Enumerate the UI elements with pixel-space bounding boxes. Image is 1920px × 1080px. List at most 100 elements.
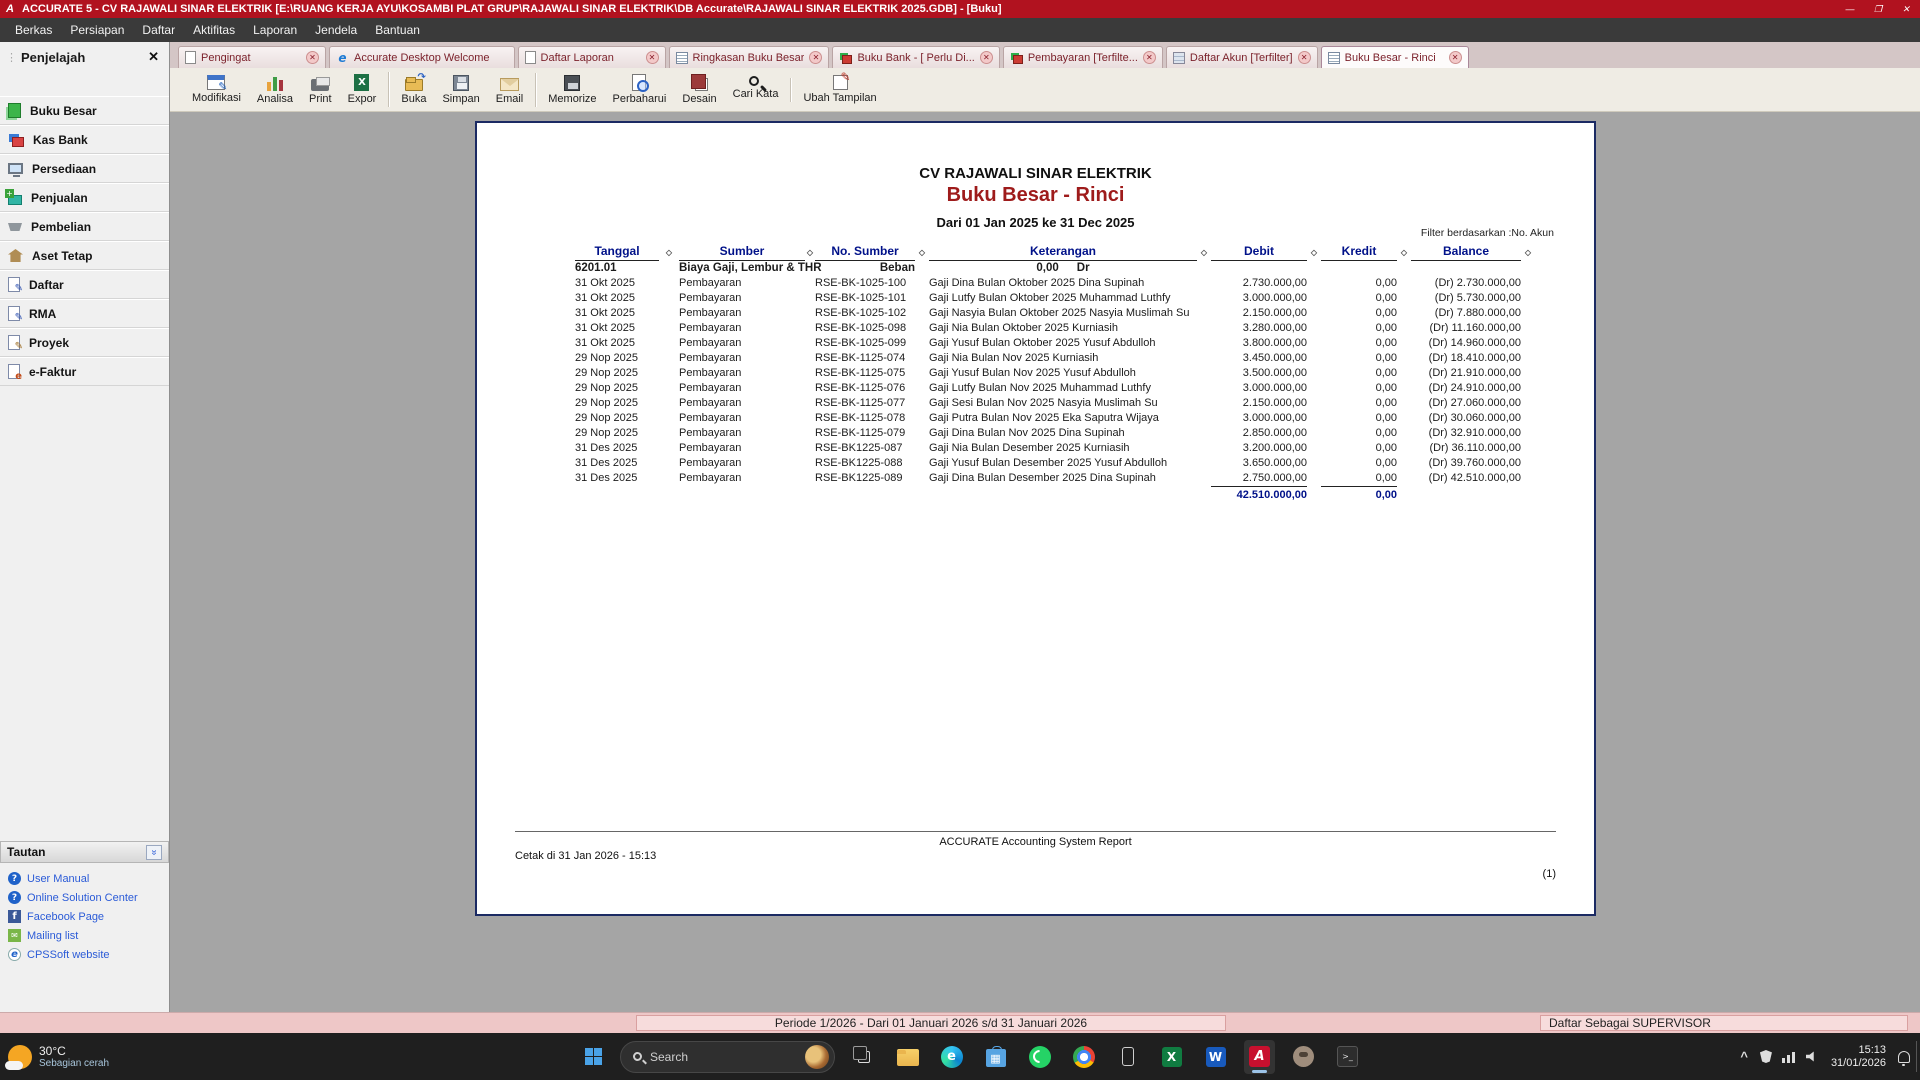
taskbar-app-button[interactable] xyxy=(1244,1040,1275,1074)
toolbar-button[interactable]: Memorize xyxy=(540,73,604,107)
table-row: 31 Okt 2025 Pembayaran RSE-BK-1025-099 G… xyxy=(477,336,1594,351)
sort-diamond-icon[interactable]: ◇ xyxy=(915,248,929,258)
sidebar-item[interactable]: Proyek xyxy=(0,328,169,357)
sidebar-item[interactable]: RMA xyxy=(0,299,169,328)
tautan-link[interactable]: User Manual xyxy=(4,869,165,888)
tautan-link[interactable]: Facebook Page xyxy=(4,907,165,926)
tab[interactable]: Pembayaran [Terfilte... xyxy=(1003,46,1163,68)
tautan-link[interactable]: Online Solution Center xyxy=(4,888,165,907)
taskbar-app-button[interactable] xyxy=(1200,1040,1231,1074)
tab[interactable]: Accurate Desktop Welcome xyxy=(329,46,515,68)
menu-item[interactable]: Persiapan xyxy=(61,18,133,42)
sidebar-item[interactable]: Aset Tetap xyxy=(0,241,169,270)
notifications-bell-icon[interactable] xyxy=(1898,1051,1910,1063)
sidebar-item[interactable]: Persediaan xyxy=(0,154,169,183)
tab-close-icon[interactable] xyxy=(306,51,319,64)
tab-close-icon[interactable] xyxy=(980,51,993,64)
toolbar-button[interactable]: Buka xyxy=(393,73,434,107)
sidebar-item[interactable]: Kas Bank xyxy=(0,125,169,154)
taskbar-app-button[interactable] xyxy=(848,1040,879,1074)
tray-icon[interactable] xyxy=(1806,1051,1819,1063)
toolbar-button[interactable]: Email xyxy=(488,73,537,107)
column-header-kredit[interactable]: Kredit xyxy=(1321,244,1397,261)
tab-close-icon[interactable] xyxy=(809,51,822,64)
tab[interactable]: Buku Besar - Rinci xyxy=(1321,46,1469,68)
taskbar-app-button[interactable] xyxy=(980,1040,1011,1074)
column-header-sumber[interactable]: Sumber xyxy=(679,244,805,261)
sidebar-item[interactable]: Buku Besar xyxy=(0,96,169,125)
sidebar-item[interactable]: e-Faktur xyxy=(0,357,169,386)
tab-close-icon[interactable] xyxy=(646,51,659,64)
window-control-button[interactable] xyxy=(1864,0,1892,18)
phone-link-icon xyxy=(1122,1047,1134,1066)
toolbar-button[interactable]: Simpan xyxy=(434,73,487,107)
menu-item[interactable]: Laporan xyxy=(244,18,306,42)
chevron-down-icon[interactable] xyxy=(146,845,162,860)
sidebar-close-icon[interactable]: ✕ xyxy=(144,49,163,65)
tautan-header[interactable]: Tautan xyxy=(0,841,169,863)
tab-close-icon[interactable] xyxy=(1298,51,1311,64)
cell-tanggal: 31 Okt 2025 xyxy=(575,276,659,291)
sort-diamond-icon[interactable]: ◇ xyxy=(805,248,815,258)
toolbar-button[interactable]: Modifikasi xyxy=(184,73,249,106)
hidden-icons-chevron-icon[interactable]: ^ xyxy=(1740,1049,1748,1064)
toolbar-button[interactable]: Desain xyxy=(674,72,724,107)
column-header-debit[interactable]: Debit xyxy=(1211,244,1307,261)
tray-icon[interactable] xyxy=(1782,1051,1796,1063)
tab-close-icon[interactable] xyxy=(1449,51,1462,64)
sidebar-item[interactable]: Pembelian xyxy=(0,212,169,241)
window-control-button[interactable] xyxy=(1836,0,1864,18)
weather-widget[interactable]: 30°C Sebagian cerah xyxy=(8,1044,109,1069)
tab[interactable]: Ringkasan Buku Besar xyxy=(669,46,830,68)
column-header-no-sumber[interactable]: No. Sumber xyxy=(815,244,915,261)
tab[interactable]: Daftar Akun [Terfilter] xyxy=(1166,46,1318,68)
tray-icon[interactable] xyxy=(1760,1050,1772,1063)
tautan-link[interactable]: CPSSoft website xyxy=(4,945,165,964)
column-header-balance[interactable]: Balance xyxy=(1411,244,1521,261)
sort-diamond-icon[interactable]: ◇ xyxy=(1197,248,1211,258)
window-control-button[interactable] xyxy=(1892,0,1920,18)
taskbar-app-button[interactable] xyxy=(936,1040,967,1074)
taskbar-app-button[interactable] xyxy=(1024,1040,1055,1074)
column-header-tanggal[interactable]: Tanggal xyxy=(575,244,659,261)
tab-close-icon[interactable] xyxy=(1143,51,1156,64)
cell-tanggal: 31 Okt 2025 xyxy=(575,306,659,321)
tab[interactable]: Pengingat xyxy=(178,46,326,68)
cell-tanggal: 29 Nop 2025 xyxy=(575,381,659,396)
menu-item[interactable]: Jendela xyxy=(306,18,366,42)
toolbar-button[interactable]: Perbaharui xyxy=(605,72,675,107)
menu-item[interactable]: Berkas xyxy=(6,18,61,42)
sort-diamond-icon[interactable]: ◇ xyxy=(1397,248,1411,258)
tab[interactable]: Daftar Laporan xyxy=(518,46,666,68)
sort-diamond-icon[interactable]: ◇ xyxy=(659,248,679,258)
taskbar-app-button[interactable] xyxy=(1332,1040,1363,1074)
tab[interactable]: Buku Bank - [ Perlu Di... xyxy=(832,46,999,68)
clock[interactable]: 15:13 31/01/2026 xyxy=(1831,1044,1886,1070)
menu-item[interactable]: Bantuan xyxy=(366,18,429,42)
menu-item[interactable]: Daftar xyxy=(133,18,184,42)
taskbar-app-button[interactable] xyxy=(1112,1040,1143,1074)
cell-debit: 3.650.000,00 xyxy=(1211,456,1307,471)
sidebar-item[interactable]: Daftar xyxy=(0,270,169,299)
taskbar-app-button[interactable] xyxy=(1068,1040,1099,1074)
toolbar-button[interactable]: Ubah Tampilan xyxy=(795,73,884,106)
sort-diamond-icon[interactable]: ◇ xyxy=(1521,248,1535,258)
network-icon xyxy=(1782,1051,1796,1063)
menu-item[interactable]: Aktifitas xyxy=(184,18,244,42)
show-desktop-button[interactable] xyxy=(1916,1041,1920,1072)
column-header-keterangan[interactable]: Keterangan xyxy=(929,244,1197,261)
taskbar-app-button[interactable] xyxy=(1156,1040,1187,1074)
toolbar-button[interactable]: Expor xyxy=(340,72,390,107)
toolbar-button[interactable]: Analisa xyxy=(249,73,301,107)
sort-diamond-icon[interactable]: ◇ xyxy=(1307,248,1321,258)
toolbar-button[interactable]: Print xyxy=(301,73,340,107)
start-button[interactable] xyxy=(575,1039,611,1075)
search-input[interactable]: Search xyxy=(620,1041,835,1073)
cell-sumber: Pembayaran xyxy=(679,411,805,426)
sidebar-item[interactable]: Penjualan xyxy=(0,183,169,212)
tautan-link[interactable]: Mailing list xyxy=(4,926,165,945)
toolbar-button[interactable]: Cari Kata xyxy=(725,78,792,102)
taskbar-app-button[interactable] xyxy=(892,1040,923,1074)
taskbar-app-button[interactable] xyxy=(1288,1040,1319,1074)
cell-debit: 3.450.000,00 xyxy=(1211,351,1307,366)
